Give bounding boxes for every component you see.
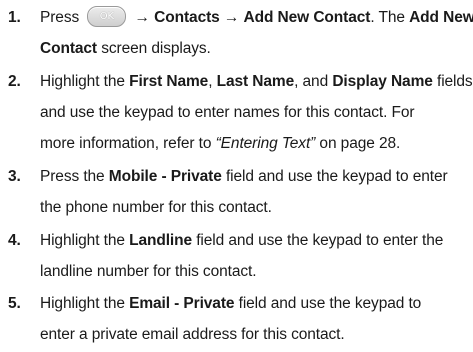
bold-term: Add New Contact xyxy=(243,9,371,26)
step-line: and use the keypad to enter names for th… xyxy=(40,104,415,121)
cross-reference: “Entering Text” xyxy=(215,135,316,152)
step-line: Press the Mobile - Private field and use… xyxy=(40,168,448,185)
instruction-page: 1. Press OK → Contacts → Add New Contact… xyxy=(0,0,473,352)
bold-term: First Name xyxy=(129,73,209,90)
step-line: Highlight the Landline field and use the… xyxy=(40,232,444,249)
step-number: 3. xyxy=(8,168,21,185)
step-line: Highlight the First Name, Last Name, and… xyxy=(40,73,473,90)
bold-term: Contacts xyxy=(154,9,220,26)
bold-term: Last Name xyxy=(216,73,295,90)
step-line: the phone number for this contact. xyxy=(40,199,272,216)
ok-key-icon: OK xyxy=(87,5,127,27)
step-number: 4. xyxy=(8,232,21,249)
step-line: Press OK → Contacts → Add New Contact. T… xyxy=(40,2,473,33)
step-number: 2. xyxy=(8,73,21,90)
bold-term: Contact xyxy=(40,40,97,57)
step-text: Highlight the First Name, Last Name, and… xyxy=(40,66,473,159)
bold-term: Mobile - Private xyxy=(108,168,222,185)
step-text: Press the Mobile - Private field and use… xyxy=(40,161,466,223)
step-line: enter a private email address for this c… xyxy=(40,326,345,343)
bold-term: Email - Private xyxy=(129,295,235,312)
bold-term: Display Name xyxy=(332,73,433,90)
bold-term: Landline xyxy=(129,232,193,249)
bold-term: Add New xyxy=(409,9,473,26)
step-line: Contact screen displays. xyxy=(40,40,211,57)
step-number: 5. xyxy=(8,295,21,312)
step-number: 1. xyxy=(8,9,21,26)
step-line: Highlight the Email - Private field and … xyxy=(40,295,422,312)
step-text: Press OK → Contacts → Add New Contact. T… xyxy=(40,2,473,64)
step-text: Highlight the Landline field and use the… xyxy=(40,225,466,287)
step-text: Highlight the Email - Private field and … xyxy=(40,288,466,350)
step-line: landline number for this contact. xyxy=(40,263,257,280)
step-line: more information, refer to “Entering Tex… xyxy=(40,135,401,152)
